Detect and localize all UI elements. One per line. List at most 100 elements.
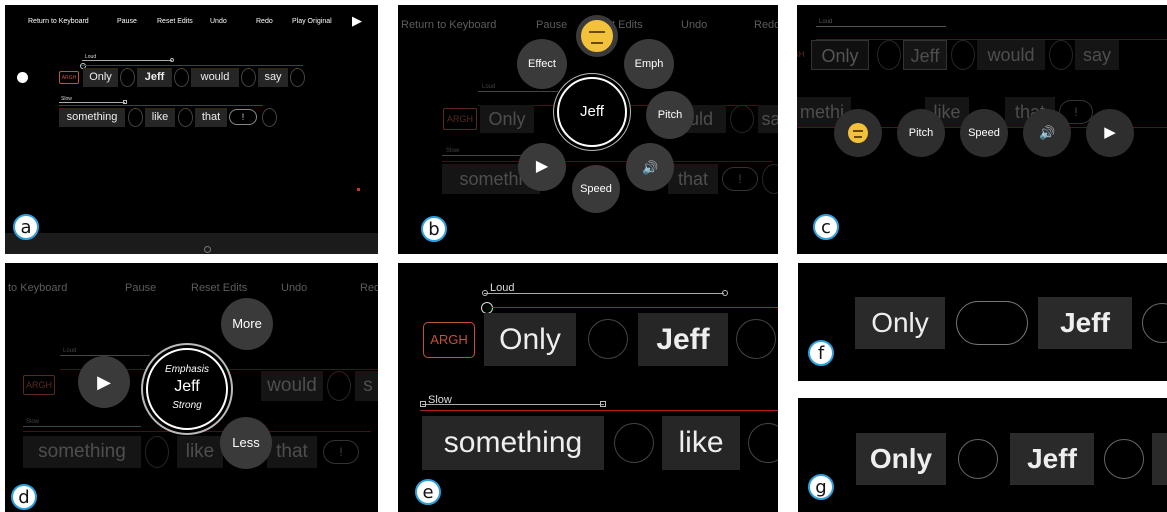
play-icon[interactable]: ▶ (352, 13, 362, 29)
pause-pill-bang[interactable]: ! (323, 440, 359, 464)
gap-slot[interactable] (290, 68, 305, 87)
gap-slot[interactable] (241, 68, 256, 87)
gap-slot[interactable] (327, 371, 351, 401)
word-would[interactable]: would (977, 40, 1045, 70)
word-that[interactable]: that (668, 164, 718, 194)
play-original-button[interactable]: Play Original (292, 18, 332, 25)
play-button[interactable]: ▶ (78, 356, 130, 408)
gap-slot[interactable] (178, 108, 193, 127)
word-only[interactable]: Only (480, 105, 534, 133)
gap-slot[interactable] (128, 108, 143, 127)
argh-effect-chip-partial[interactable]: ARGH (797, 42, 807, 68)
effect-button[interactable]: Effect (517, 39, 567, 89)
argh-effect-chip[interactable]: ARGH (59, 71, 79, 84)
word-say[interactable]: say (1075, 40, 1119, 70)
pause-pill-long[interactable] (956, 301, 1028, 345)
return-to-keyboard-button[interactable]: Return to Keyboard (28, 18, 89, 25)
undo-button[interactable]: Undo (210, 18, 227, 25)
gap-slot[interactable] (1104, 439, 1144, 479)
word-would[interactable]: would (191, 68, 239, 87)
word-say-partial[interactable]: sa (758, 105, 778, 133)
word-jeff[interactable]: Jeff (137, 68, 172, 87)
word-jeff[interactable]: Jeff (1010, 433, 1094, 485)
argh-effect-chip[interactable]: ARGH (23, 375, 55, 395)
redo-button[interactable]: Redo (256, 18, 273, 25)
gap-slot[interactable] (1142, 303, 1167, 343)
loud-handle-end[interactable] (170, 58, 174, 62)
redo-button[interactable]: Redo (754, 19, 778, 31)
gap-slot[interactable] (762, 164, 778, 194)
word-like[interactable]: like (177, 436, 223, 468)
slow-range-line[interactable] (59, 102, 125, 103)
word-something[interactable]: something (23, 436, 141, 468)
word-would[interactable]: would (261, 371, 323, 401)
slow-handle-start[interactable] (420, 401, 426, 407)
loud-range-line[interactable] (82, 60, 172, 61)
reset-edits-button[interactable]: Reset Edits (191, 282, 247, 294)
word-say-partial[interactable]: s (355, 371, 378, 401)
expand-handle-icon[interactable] (204, 246, 211, 253)
loud-range-line[interactable] (484, 293, 724, 294)
gap-slot[interactable] (951, 40, 975, 70)
pause-button[interactable]: Pause (125, 282, 156, 294)
pause-button[interactable]: Pause (536, 19, 567, 31)
slow-handle-end[interactable] (123, 100, 127, 104)
word-like[interactable]: like (145, 108, 175, 127)
reset-edits-button[interactable]: Reset Edits (157, 18, 193, 25)
undo-button[interactable]: Undo (281, 282, 307, 294)
gap-slot[interactable] (730, 105, 754, 133)
argh-effect-chip[interactable]: ARGH (423, 322, 475, 358)
word-that[interactable]: that (267, 436, 317, 468)
less-button[interactable]: Less (220, 417, 272, 469)
speed-button[interactable]: Speed (960, 109, 1008, 157)
word-something[interactable]: something (422, 416, 604, 470)
gap-slot[interactable] (958, 439, 998, 479)
volume-button[interactable]: 🔊 (626, 143, 674, 191)
play-button[interactable]: ▶ (518, 143, 566, 191)
gap-slot[interactable] (174, 68, 189, 87)
pause-pill-bang[interactable]: ! (722, 167, 758, 191)
word-jeff[interactable]: Jeff (1038, 297, 1132, 349)
undo-button[interactable]: Undo (681, 19, 707, 31)
speed-button[interactable]: Speed (572, 165, 620, 213)
slow-range-line[interactable] (422, 404, 604, 405)
annoyed-face-icon[interactable] (576, 15, 618, 57)
volume-button[interactable]: 🔊 (1023, 109, 1071, 157)
word-jeff[interactable]: Jeff (903, 40, 947, 70)
slow-handle-end[interactable] (600, 401, 606, 407)
more-button[interactable]: More (221, 298, 273, 350)
pause-pill-bang[interactable]: ! (229, 109, 257, 125)
gap-slot[interactable] (588, 319, 628, 359)
word-jeff[interactable]: Jeff (638, 313, 728, 366)
gap-slot[interactable] (614, 423, 654, 463)
emotion-button[interactable] (834, 109, 882, 157)
pitch-button[interactable]: Pitch (897, 109, 945, 157)
word-would-partial[interactable] (1152, 433, 1167, 485)
word-like[interactable]: like (662, 416, 740, 470)
word-only[interactable]: Only (484, 313, 576, 366)
word-only[interactable]: Only (83, 68, 118, 87)
word-say[interactable]: say (258, 68, 288, 87)
gap-slot[interactable] (145, 436, 169, 468)
pitch-button[interactable]: Pitch (646, 91, 694, 139)
word-only[interactable]: Only (811, 40, 869, 70)
play-button[interactable]: ▶ (1086, 109, 1134, 157)
gap-slot[interactable] (120, 68, 135, 87)
loud-handle-start[interactable] (482, 290, 488, 296)
word-something[interactable]: something (59, 108, 125, 127)
pause-button[interactable]: Pause (117, 18, 137, 25)
word-that[interactable]: that (195, 108, 227, 127)
return-to-keyboard-button[interactable]: to Keyboard (8, 282, 67, 294)
gap-slot[interactable] (736, 319, 776, 359)
word-only[interactable]: Only (856, 433, 946, 485)
gap-slot[interactable] (1049, 40, 1073, 70)
emphasis-button[interactable]: Emph (624, 39, 674, 89)
loud-handle-end[interactable] (722, 290, 728, 296)
redo-button[interactable]: Red (360, 282, 378, 294)
emphasis-dial[interactable]: Emphasis Jeff Strong (146, 348, 228, 430)
cursor-dot[interactable] (17, 72, 28, 83)
argh-effect-chip[interactable]: ARGH (443, 108, 477, 130)
gap-slot[interactable] (262, 108, 277, 127)
gap-slot[interactable] (877, 40, 901, 70)
word-only[interactable]: Only (855, 297, 945, 349)
